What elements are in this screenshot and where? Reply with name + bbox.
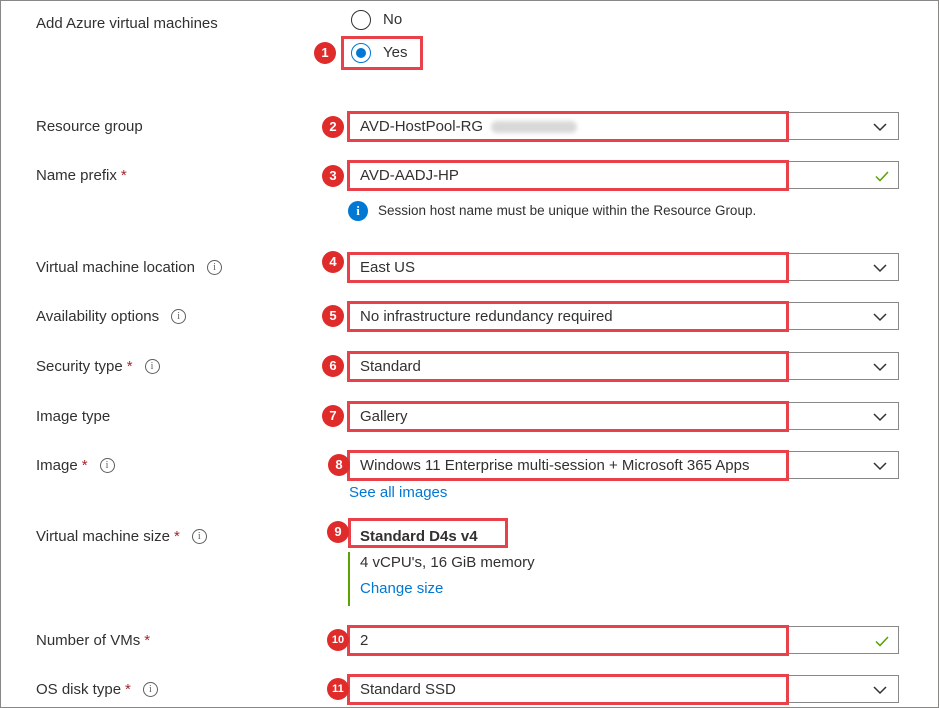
- chevron-down-icon: [873, 686, 887, 695]
- availability-value: No infrastructure redundancy required: [360, 308, 613, 325]
- chevron-down-icon: [873, 363, 887, 372]
- resource-group-label: Resource group: [36, 118, 143, 135]
- add-vms-label: Add Azure virtual machines: [36, 15, 218, 32]
- security-type-dropdown[interactable]: Standard: [348, 352, 899, 380]
- vm-size-valid-bar: [348, 552, 350, 606]
- image-type-dropdown[interactable]: Gallery: [348, 402, 899, 430]
- see-all-images-link[interactable]: See all images: [349, 484, 447, 501]
- chevron-down-icon: [873, 413, 887, 422]
- step-badge: 7: [322, 405, 344, 427]
- checkmark-icon: [875, 171, 889, 182]
- os-disk-dropdown[interactable]: Standard SSD: [348, 675, 899, 703]
- step-badge: 2: [322, 116, 344, 138]
- name-prefix-input[interactable]: AVD-AADJ-HP: [348, 161, 899, 189]
- num-vms-label: Number of VMs *: [36, 632, 151, 649]
- availability-dropdown[interactable]: No infrastructure redundancy required: [348, 302, 899, 330]
- redacted-text: [491, 121, 578, 134]
- name-prefix-value: AVD-AADJ-HP: [360, 167, 459, 184]
- info-icon[interactable]: i: [206, 260, 222, 275]
- radio-no[interactable]: [351, 10, 371, 30]
- info-icon[interactable]: i: [171, 309, 187, 324]
- chevron-down-icon: [873, 123, 887, 132]
- step-badge: 10: [327, 629, 349, 651]
- step-badge: 11: [327, 678, 349, 700]
- step-badge: 1: [314, 42, 336, 64]
- vm-location-label: Virtual machine location i: [36, 259, 222, 276]
- image-value: Windows 11 Enterprise multi-session + Mi…: [360, 457, 750, 474]
- security-type-label: Security type * i: [36, 358, 160, 375]
- vm-size-name: Standard D4s v4: [360, 528, 478, 545]
- image-dropdown[interactable]: Windows 11 Enterprise multi-session + Mi…: [348, 451, 899, 479]
- chevron-down-icon: [873, 462, 887, 471]
- os-disk-label: OS disk type * i: [36, 681, 158, 698]
- num-vms-input[interactable]: 2: [348, 626, 899, 654]
- num-vms-value: 2: [360, 632, 369, 649]
- change-size-link[interactable]: Change size: [360, 580, 443, 597]
- chevron-down-icon: [873, 264, 887, 273]
- step-badge: 3: [322, 165, 344, 187]
- info-icon[interactable]: i: [99, 458, 115, 473]
- step-badge: 8: [328, 454, 350, 476]
- vm-location-dropdown[interactable]: East US: [348, 253, 899, 281]
- step-badge: 4: [322, 251, 344, 273]
- info-icon[interactable]: i: [144, 359, 160, 374]
- radio-no-label: No: [383, 11, 403, 28]
- vm-size-details: 4 vCPU's, 16 GiB memory: [360, 554, 535, 571]
- chevron-down-icon: [873, 313, 887, 322]
- name-prefix-note: Session host name must be unique within …: [378, 203, 757, 218]
- image-type-value: Gallery: [360, 408, 408, 425]
- step-badge: 6: [322, 355, 344, 377]
- vm-size-label: Virtual machine size * i: [36, 528, 207, 545]
- vm-location-value: East US: [360, 259, 416, 276]
- step-badge: 9: [327, 521, 349, 543]
- radio-yes-label: Yes: [383, 44, 408, 61]
- info-icon[interactable]: i: [191, 529, 207, 544]
- radio-yes[interactable]: [351, 43, 371, 63]
- resource-group-dropdown[interactable]: AVD-HostPool-RG: [348, 112, 899, 140]
- checkmark-icon: [875, 636, 889, 647]
- info-icon[interactable]: i: [142, 682, 158, 697]
- step-badge: 5: [322, 305, 344, 327]
- availability-label: Availability options i: [36, 308, 187, 325]
- info-filled-icon: i: [348, 201, 368, 221]
- security-type-value: Standard: [360, 358, 421, 375]
- image-type-label: Image type: [36, 408, 111, 425]
- image-label: Image * i: [36, 457, 115, 474]
- os-disk-value: Standard SSD: [360, 681, 456, 698]
- name-prefix-label: Name prefix *: [36, 167, 127, 184]
- resource-group-value: AVD-HostPool-RG: [360, 118, 484, 135]
